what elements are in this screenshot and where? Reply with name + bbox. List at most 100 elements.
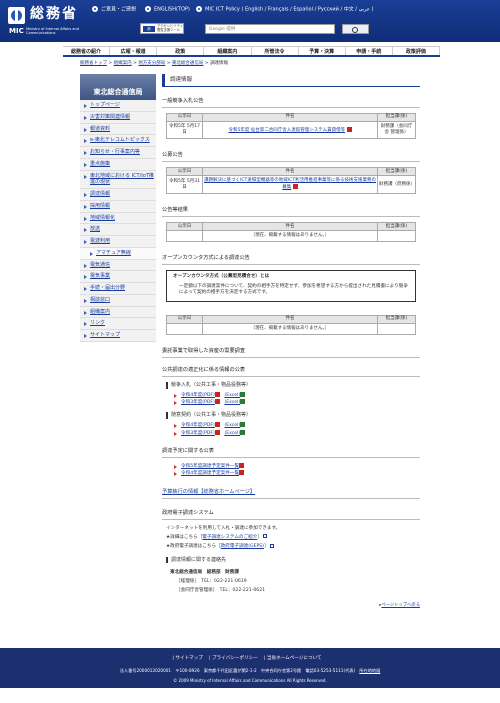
sidebar-item[interactable]: お知らせ・行事案内等	[80, 147, 156, 159]
sidebar-item[interactable]: 組織案内	[80, 306, 156, 319]
nav-item[interactable]: 所管法令	[252, 47, 299, 55]
pdf-link[interactable]: 令和4年度(PDF)	[181, 423, 215, 428]
search-button[interactable]	[342, 24, 369, 34]
results-table: 公示日 件名 担当課(係) （現在、掲載する情報はありません。）	[166, 222, 416, 243]
col-header: 件名	[202, 167, 378, 177]
subsection-heading: 随意契約（公共工事・物品役務等）	[166, 412, 420, 420]
page-top: ▸ページトップへ戻る	[379, 602, 420, 608]
excel-link[interactable]: (Excel)	[224, 423, 240, 428]
page-top-link[interactable]: ページトップへ戻る	[381, 603, 420, 608]
breadcrumb-item: 調達情報	[210, 61, 229, 66]
sidebar: 東北総合通信局 トップページ 災害対策関連情報 報道資料 e-東北テレコムトピックスお…	[80, 74, 156, 342]
nav-item[interactable]: 広報・報道	[110, 47, 158, 55]
section-heading: 政府電子調達システム	[162, 509, 420, 520]
sidebar-item[interactable]: 電波利用	[80, 236, 156, 248]
link-list: 令和4年度(PDF) (Excel) 令和3年度(PDF) (Excel)	[174, 422, 420, 437]
nav-item[interactable]: 予算・決算	[299, 47, 346, 55]
sidebar-item[interactable]: 調達情報	[80, 189, 156, 201]
footer-link[interactable]: 当省ホームページについて	[267, 656, 322, 661]
search-input[interactable]: Google 提供	[205, 24, 335, 34]
col-header: 担当課(係)	[377, 113, 416, 123]
sidebar-item[interactable]: 東北地域における ICT/IoT推進の現状	[80, 170, 156, 189]
bullet-icon	[145, 6, 151, 12]
ict-policy-label: MIC ICT Policy ( English / Français / Es…	[205, 6, 374, 13]
open-counter-table: 公示日 件名 担当課(係) （現在、掲載する情報はありません。）	[166, 314, 416, 336]
list-item: 令和4年度(PDF) (Excel)	[174, 422, 420, 429]
pdf-link[interactable]: 令和3年度(PDF)	[181, 431, 215, 436]
breadcrumb-item[interactable]: 東北総合通信局	[172, 61, 204, 66]
excel-icon	[240, 399, 246, 405]
info-box-title: オープンカウンタ方式（公募型見積合せ）とは	[173, 274, 270, 280]
sidebar-item[interactable]: 手続・届出分野	[80, 283, 156, 295]
logo-text: 総務省	[30, 6, 78, 22]
col-header: 件名	[202, 314, 378, 324]
access-map-link[interactable]: 所在地地図	[359, 668, 380, 673]
accessibility-tool-button[interactable]: あアクセシビリティ閲覧支援ツール	[140, 23, 184, 34]
plan-link[interactable]: 令和5年度調達予定案件一覧	[181, 464, 239, 469]
footer-link[interactable]: プライバシーポリシー	[212, 656, 258, 661]
breadcrumb-sep: >	[107, 61, 114, 66]
table-row: （現在、掲載する情報はありません。）	[166, 230, 416, 243]
paragraph: インターネットを利用して入札・調達に参加できます。	[166, 525, 281, 531]
sidebar-item[interactable]: 採用情報	[80, 200, 156, 213]
ict-policy-link[interactable]: MIC ICT Policy ( English / Français / Es…	[196, 6, 373, 13]
external-link-icon	[269, 543, 274, 548]
info-box-body: 一定額以下の調達案件について、契約の相手方を特定せず、参加を希望する方から提出さ…	[179, 283, 408, 295]
section-heading: 調達予定に関する公表	[162, 447, 420, 458]
nav-item[interactable]: 政策評価	[393, 47, 440, 55]
sidebar-item[interactable]: 重点施策	[80, 158, 156, 171]
sidebar-item-label: 調達情報	[90, 191, 111, 197]
excel-icon	[240, 422, 246, 428]
english-label: ENGLISH(TOP)	[154, 6, 190, 13]
excel-link[interactable]: (Excel)	[224, 393, 240, 398]
sidebar-item[interactable]: 相談窓口	[80, 294, 156, 307]
sidebar-item[interactable]: 放送	[80, 224, 156, 236]
pdf-link[interactable]: 令和3年度(PDF)	[181, 400, 215, 405]
sidebar-item[interactable]: リンク	[80, 318, 156, 330]
breadcrumb-item[interactable]: 地方支分部局	[138, 61, 165, 66]
sidebar-item-label: 地域情報化	[90, 214, 116, 221]
global-nav: 総務省の紹介 広報・報道 政策 組織案内 所管法令 予算・決算 申請・手続 政策評価	[63, 46, 440, 57]
breadcrumb-item[interactable]: 組織案内	[114, 61, 132, 66]
plan-link[interactable]: 令和4年度調達予定案件一覧	[181, 471, 239, 476]
sidebar-item[interactable]: アマチュア無線	[80, 247, 156, 260]
subject-link[interactable]: 課題解決に基づくICT遠隔型機器等の地域ICT利活用推進事業等に係る技術支援業務…	[204, 178, 376, 190]
geps-link[interactable]: 政府電子調達(GEPS)	[221, 544, 264, 549]
e-procurement-link[interactable]: 電子調達システムのご紹介	[202, 535, 257, 540]
sidebar-item[interactable]: 電気通信	[80, 259, 156, 272]
english-link[interactable]: ENGLISH(TOP)	[145, 6, 190, 13]
excel-link[interactable]: (Excel)	[224, 431, 240, 436]
budget-link[interactable]: 予算執行の情報【総務省ホームページ】	[162, 489, 255, 495]
table-row: （現在、掲載する情報はありません。）	[166, 322, 416, 336]
nav-item[interactable]: 組織案内	[204, 47, 252, 55]
external-link-icon	[262, 534, 267, 539]
sidebar-item[interactable]: 報道資料	[80, 123, 156, 136]
sidebar-item-label: 採用情報	[90, 202, 111, 209]
date-cell: 令和5年 5月17日	[166, 121, 203, 140]
subsection-heading: 競争入札（公共工事・物品役務等）	[166, 382, 420, 389]
nav-item[interactable]: 申請・手続	[346, 47, 393, 55]
sidebar-item-label: 重点施策	[90, 160, 111, 167]
nav-item[interactable]: 総務省の紹介	[63, 47, 111, 55]
footer-link[interactable]: サイトマップ	[175, 656, 203, 661]
col-header: 公示日	[166, 222, 203, 232]
pdf-icon	[214, 429, 220, 435]
sidebar-item[interactable]: 災害対策関連情報	[80, 111, 156, 124]
sidebar-item[interactable]: 地域情報化	[80, 212, 156, 225]
sidebar-item-label: サイトマップ	[90, 332, 121, 338]
sidebar-item[interactable]: 電気事業	[80, 271, 156, 283]
excel-link[interactable]: (Excel)	[224, 400, 240, 405]
feedback-link[interactable]: ご意見・ご感想	[92, 6, 136, 13]
mic-emblem-icon	[8, 7, 25, 24]
empty-cell: （現在、掲載する情報はありません。）	[202, 322, 378, 336]
sidebar-item[interactable]: e-東北テレコムトピックス	[80, 135, 156, 147]
breadcrumb-item[interactable]: 総務省トップ	[80, 61, 107, 66]
pdf-link[interactable]: 令和4年度(PDF)	[181, 393, 215, 398]
public-offer-table: 公示日 件名 担当課(係) 令和5年 5月31日 課題解決に基づくICT遠隔型機器等の…	[166, 167, 416, 195]
budget-link-heading: 予算執行の情報【総務省ホームページ】	[162, 488, 420, 499]
subject-link[interactable]: 令和5年度 仙台第二合同庁舎入退館管理システム賃貸借等	[228, 128, 345, 133]
sidebar-item[interactable]: トップページ	[80, 100, 156, 112]
sidebar-item[interactable]: サイトマップ	[80, 330, 156, 342]
nav-item[interactable]: 政策	[157, 47, 205, 55]
pdf-icon	[346, 126, 352, 132]
